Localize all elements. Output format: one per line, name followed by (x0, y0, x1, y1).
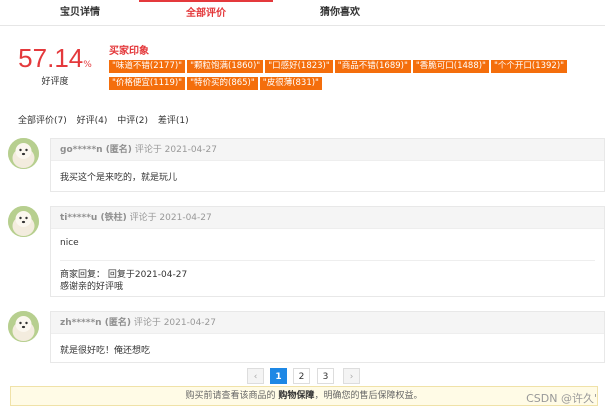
review-header: ti*****u (铁柱) 评论于 2021-04-27 (51, 207, 604, 229)
impression-tag[interactable]: "颗粒饱满(1860)" (187, 60, 264, 73)
review-filter: 全部评价(7) 好评(4) 中评(2) 差评(1) (18, 113, 196, 126)
rating-unit: % (83, 60, 92, 70)
review-body: nice 商家回复： 回复于2021-04-27 感谢亲的好评哦 (51, 229, 604, 296)
seller-reply-header: 商家回复： 回复于2021-04-27 (60, 270, 188, 280)
impression-tag[interactable]: "个个开口(1392)" (490, 60, 568, 73)
filter-negative[interactable]: 差评(1) (158, 116, 189, 126)
dog-avatar-icon (8, 311, 39, 342)
purchase-protection-link[interactable]: 购物保障 (278, 391, 314, 401)
filter-positive[interactable]: 好评(4) (77, 116, 108, 126)
review-header: go*****n (匿名) 评论于 2021-04-27 (51, 139, 604, 161)
review-date: 评论于 2021-04-27 (134, 145, 217, 155)
rating-label: 好评度 (41, 77, 69, 87)
avatar (8, 138, 39, 169)
impression-tag[interactable]: "商品不错(1689)" (334, 60, 411, 73)
rating-percentage: 57.14 (18, 43, 84, 73)
notice-text-before: 购买前请查看该商品的 (185, 391, 279, 401)
rating-summary: 57.14% 好评度 (10, 44, 100, 87)
avatar (8, 206, 39, 237)
page-button-3[interactable]: 3 (317, 368, 334, 384)
filter-all[interactable]: 全部评价(7) (18, 116, 67, 126)
review-box: zh*****n (匿名) 评论于 2021-04-27 就是很好吃！俺还想吃 (50, 311, 605, 363)
tab-product-details[interactable]: 宝贝详情 (40, 0, 120, 26)
filter-neutral[interactable]: 中评(2) (117, 116, 148, 126)
review-username: ti*****u (铁柱) (60, 213, 127, 223)
review-text: 就是很好吃！俺还想吃 (60, 346, 151, 356)
review-box: go*****n (匿名) 评论于 2021-04-27 我买这个是来吃的，就是… (50, 138, 605, 192)
impression-tag[interactable]: "价格便宜(1119)" (109, 77, 186, 90)
tab-recommendations[interactable]: 猜你喜欢 (300, 0, 380, 26)
review-header: zh*****n (匿名) 评论于 2021-04-27 (51, 312, 604, 334)
notice-text-after: ，明确您的售后保障权益。 (314, 391, 423, 401)
review-date: 评论于 2021-04-27 (129, 213, 212, 223)
impression-tag[interactable]: "特价买的(865)" (187, 77, 258, 90)
review-username: zh*****n (匿名) (60, 318, 131, 328)
review-text: 我买这个是来吃的，就是玩儿 (60, 173, 178, 183)
avatar (8, 311, 39, 342)
review-username: go*****n (匿名) (60, 145, 132, 155)
impressions-title: 买家印象 (109, 46, 149, 57)
tab-bar: 宝贝详情 全部评价 猜你喜欢 (0, 0, 605, 26)
impression-tag[interactable]: "香脆可口(1488)" (412, 60, 489, 73)
seller-reply: 商家回复： 回复于2021-04-27 感谢亲的好评哦 (60, 260, 595, 293)
page-button-2[interactable]: 2 (293, 368, 310, 384)
page-button-1[interactable]: 1 (270, 368, 287, 384)
review-box: ti*****u (铁柱) 评论于 2021-04-27 nice 商家回复： … (50, 206, 605, 297)
dog-avatar-icon (8, 206, 39, 237)
seller-reply-text: 感谢亲的好评哦 (60, 282, 124, 292)
review-date: 评论于 2021-04-27 (133, 318, 216, 328)
next-page-button[interactable]: › (343, 368, 360, 384)
impression-tag[interactable]: "口感好(1823)" (265, 60, 333, 73)
impression-tag[interactable]: "味道不错(2177)" (109, 60, 186, 73)
impression-tags: "味道不错(2177)" "颗粒饱满(1860)" "口感好(1823)" "商品不错… (109, 60, 579, 94)
tab-all-reviews[interactable]: 全部评价 (139, 0, 273, 26)
watermark: CSDN @许久' (526, 392, 597, 405)
impression-tag[interactable]: "皮很薄(831)" (259, 77, 322, 90)
after-sales-notice: 购买前请查看该商品的 购物保障，明确您的售后保障权益。 (10, 386, 598, 406)
prev-page-button[interactable]: ‹ (247, 368, 264, 384)
dog-avatar-icon (8, 138, 39, 169)
review-text: nice (60, 238, 79, 248)
